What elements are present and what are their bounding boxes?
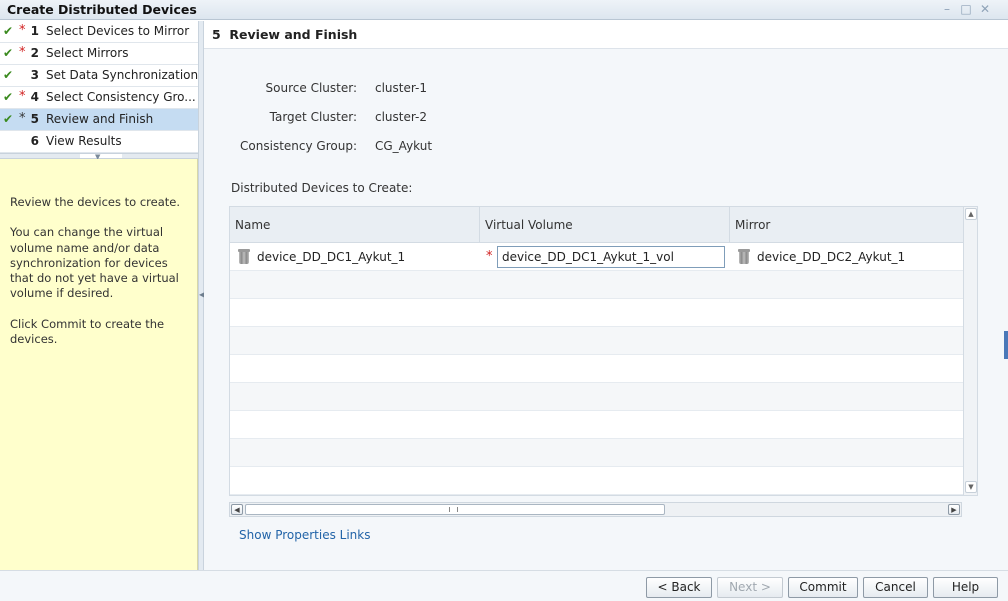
checkmark-icon: ✔ xyxy=(3,24,14,38)
help-text: Review the devices to create. xyxy=(10,195,180,209)
back-button[interactable]: < Back xyxy=(646,577,712,598)
source-cluster-label: Source Cluster: xyxy=(265,81,357,95)
step-number: 5 xyxy=(30,112,39,126)
device-icon xyxy=(738,249,750,264)
help-panel: Review the devices to create. You can ch… xyxy=(0,159,198,570)
table-row[interactable]: device_DD_DC1_Aykut_1 * device_DD_DC2_Ay… xyxy=(230,243,963,271)
devices-table: Name Virtual Volume Mirror device_DD_DC1… xyxy=(229,206,978,496)
table-header: Name Virtual Volume Mirror xyxy=(230,207,963,243)
help-button[interactable]: Help xyxy=(933,577,998,598)
scroll-thumb[interactable] xyxy=(245,504,665,515)
close-icon[interactable]: ✕ xyxy=(977,1,993,17)
scroll-right-icon[interactable]: ▶ xyxy=(948,504,960,515)
required-marker: * xyxy=(486,249,493,264)
required-marker: * xyxy=(19,89,26,104)
wizard-footer: < Back Next > Commit Cancel Help xyxy=(0,570,1008,601)
window-title-bar: Create Distributed Devices – □ ✕ xyxy=(0,0,1008,20)
step-label: Select Mirrors xyxy=(46,46,129,60)
column-header-virtual-volume[interactable]: Virtual Volume xyxy=(480,207,730,243)
device-icon xyxy=(238,249,250,264)
side-edge-tab[interactable] xyxy=(1004,331,1008,359)
table-row xyxy=(230,467,963,495)
column-header-name[interactable]: Name xyxy=(230,207,480,243)
splitter-grip[interactable] xyxy=(80,154,122,158)
help-text: Click Commit to create the devices. xyxy=(10,316,165,347)
step-label: View Results xyxy=(46,134,122,148)
device-name: device_DD_DC1_Aykut_1 xyxy=(257,250,406,264)
table-row xyxy=(230,271,963,299)
step-number: 4 xyxy=(30,90,39,104)
table-row xyxy=(230,327,963,355)
checkmark-icon: ✔ xyxy=(3,112,14,126)
wizard-steps-panel: ✔ * 1 Select Devices to Mirror ✔ * 2 Sel… xyxy=(0,21,198,570)
wizard-steps-list: ✔ * 1 Select Devices to Mirror ✔ * 2 Sel… xyxy=(0,21,198,153)
checkmark-icon: ✔ xyxy=(3,90,14,104)
checkmark-icon: ✔ xyxy=(3,68,14,82)
page-header: 5 Review and Finish xyxy=(204,21,1008,49)
step-label: Select Consistency Gro... xyxy=(46,90,196,104)
minimize-icon[interactable]: – xyxy=(939,1,955,17)
step-number: 6 xyxy=(30,134,39,148)
horizontal-scrollbar[interactable]: ◀ ▶ xyxy=(229,502,962,517)
scroll-down-icon[interactable]: ▼ xyxy=(965,481,977,493)
step-label: Set Data Synchronization xyxy=(46,68,199,82)
table-row xyxy=(230,355,963,383)
required-marker: * xyxy=(19,45,26,60)
consistency-group-label: Consistency Group: xyxy=(240,139,357,153)
commit-button[interactable]: Commit xyxy=(788,577,858,598)
step-select-mirrors[interactable]: ✔ * 2 Select Mirrors xyxy=(0,43,198,65)
step-select-devices[interactable]: ✔ * 1 Select Devices to Mirror xyxy=(0,21,198,43)
step-number: 3 xyxy=(30,68,39,82)
required-marker: * xyxy=(19,23,26,38)
table-row xyxy=(230,383,963,411)
table-row xyxy=(230,299,963,327)
step-view-results[interactable]: 6 View Results xyxy=(0,131,198,153)
target-cluster-label: Target Cluster: xyxy=(269,110,357,124)
step-number: 1 xyxy=(30,24,39,38)
consistency-group-value: CG_Aykut xyxy=(375,139,433,153)
required-marker: * xyxy=(19,111,26,126)
virtual-volume-input[interactable] xyxy=(497,246,725,268)
column-header-mirror[interactable]: Mirror xyxy=(730,207,963,243)
step-review-finish[interactable]: ✔ * 5 Review and Finish xyxy=(0,109,198,131)
help-text: You can change the virtual volume name a… xyxy=(10,225,179,301)
window-title: Create Distributed Devices xyxy=(7,2,197,17)
main-content: 5 Review and Finish Source Cluster: clus… xyxy=(204,21,1008,570)
table-title: Distributed Devices to Create: xyxy=(231,181,413,195)
scroll-left-icon[interactable]: ◀ xyxy=(231,504,243,515)
step-label: Review and Finish xyxy=(46,112,154,126)
target-cluster-value: cluster-2 xyxy=(375,110,428,124)
next-button[interactable]: Next > xyxy=(717,577,783,598)
step-consistency-group[interactable]: ✔ * 4 Select Consistency Gro... xyxy=(0,87,198,109)
cancel-button[interactable]: Cancel xyxy=(863,577,928,598)
step-number: 2 xyxy=(30,46,39,60)
page-title: 5 Review and Finish xyxy=(212,27,358,42)
table-row xyxy=(230,439,963,467)
step-label: Select Devices to Mirror xyxy=(46,24,190,38)
source-cluster-value: cluster-1 xyxy=(375,81,428,95)
step-data-synchronization[interactable]: ✔ 3 Set Data Synchronization xyxy=(0,65,198,87)
table-row xyxy=(230,411,963,439)
vertical-scrollbar[interactable]: ▲ ▼ xyxy=(963,207,977,495)
maximize-icon[interactable]: □ xyxy=(958,1,974,17)
show-properties-link[interactable]: Show Properties Links xyxy=(239,528,370,542)
scroll-up-icon[interactable]: ▲ xyxy=(965,208,977,220)
checkmark-icon: ✔ xyxy=(3,46,14,60)
mirror-name: device_DD_DC2_Aykut_1 xyxy=(757,250,906,264)
